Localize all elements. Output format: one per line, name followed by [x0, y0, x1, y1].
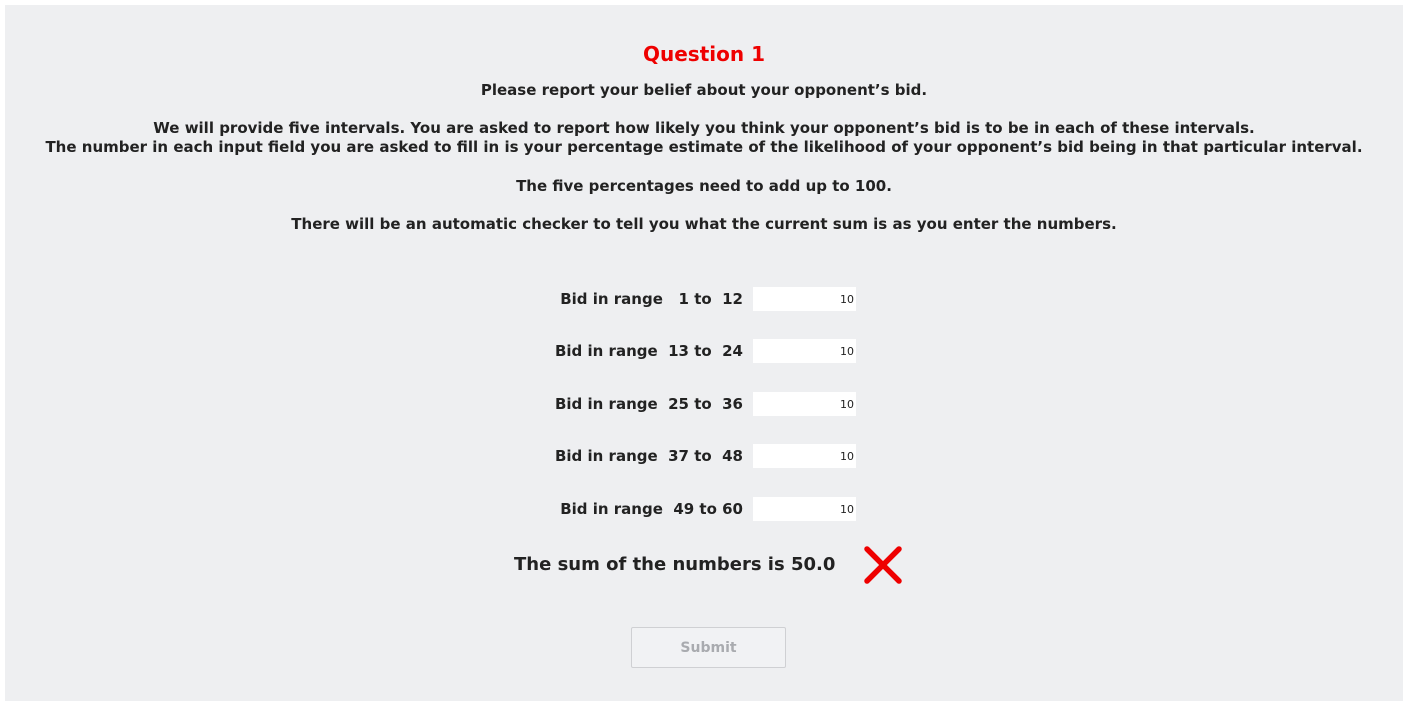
- range-label: Bid in range 25 to 36: [554, 395, 743, 413]
- range-input-25-36[interactable]: [753, 392, 856, 416]
- range-input-13-24[interactable]: [753, 339, 856, 363]
- question-title: Question 1: [643, 42, 765, 66]
- range-row-1: Bid in range 1 to 12: [5, 286, 1403, 312]
- instruction-line-4: The five percentages need to add up to 1…: [516, 177, 892, 195]
- range-input-37-48[interactable]: [753, 444, 856, 468]
- submit-button[interactable]: Submit: [631, 627, 786, 668]
- sum-checker-text: The sum of the numbers is 50.0: [514, 554, 836, 575]
- range-row-5: Bid in range 49 to 60: [5, 496, 1403, 522]
- range-input-1-12[interactable]: [753, 287, 856, 311]
- instruction-line-5: There will be an automatic checker to te…: [291, 215, 1117, 233]
- range-row-4: Bid in range 37 to 48: [5, 443, 1403, 469]
- range-label: Bid in range 13 to 24: [554, 342, 743, 360]
- range-row-2: Bid in range 13 to 24: [5, 338, 1403, 364]
- range-label: Bid in range 37 to 48: [554, 447, 743, 465]
- range-label: Bid in range 1 to 12: [560, 290, 743, 308]
- cross-icon: [864, 546, 902, 584]
- range-label: Bid in range 49 to 60: [560, 500, 743, 518]
- instruction-line-1: Please report your belief about your opp…: [480, 81, 928, 99]
- range-input-49-60[interactable]: [753, 497, 856, 521]
- range-row-3: Bid in range 25 to 36: [5, 391, 1403, 417]
- instruction-line-3: The number in each input field you are a…: [45, 138, 1363, 156]
- instruction-line-2: We will provide five intervals. You are …: [153, 119, 1255, 137]
- question-panel: Question 1 Please report your belief abo…: [5, 5, 1403, 701]
